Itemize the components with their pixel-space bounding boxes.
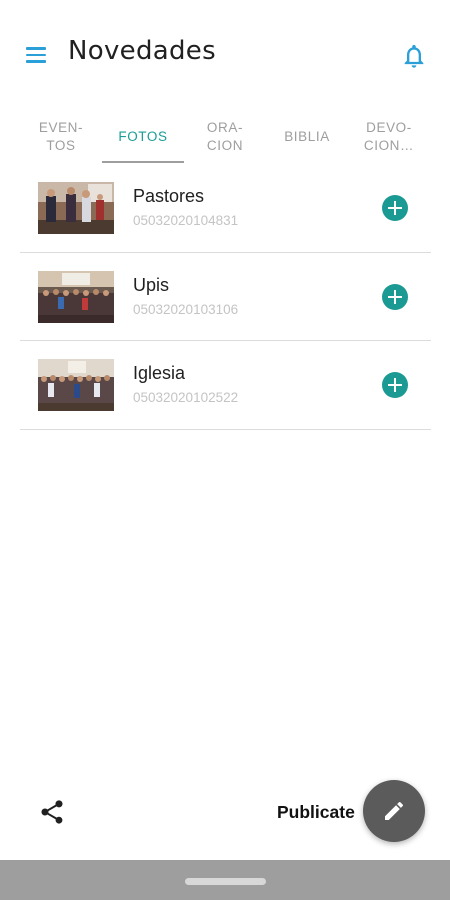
photo-id: 05032020104831	[133, 213, 239, 228]
photo-thumbnail	[38, 270, 114, 323]
app-bar: Novedades	[0, 0, 450, 110]
tab-label: BIBLIA	[284, 129, 330, 144]
photo-thumbnail	[38, 359, 114, 411]
photo-title: Iglesia	[133, 363, 186, 383]
list-item[interactable]: Iglesia 05032020102522	[20, 341, 431, 430]
menu-icon[interactable]	[24, 44, 50, 66]
plus-circle-icon[interactable]	[382, 195, 408, 221]
list-item[interactable]: Upis 05032020103106	[20, 253, 431, 341]
tab-label: CION	[206, 138, 244, 153]
tab-label: CION…	[363, 138, 415, 153]
tab-label: TOS	[46, 138, 76, 153]
tab-label: DEVO-	[366, 120, 412, 135]
bell-icon[interactable]	[400, 42, 428, 70]
photo-list: Pastores 05032020104831 Upis 05032020103…	[20, 164, 431, 430]
publicate-label[interactable]: Publicate	[277, 802, 355, 823]
home-gesture-handle[interactable]	[185, 878, 266, 885]
list-item[interactable]: Pastores 05032020104831	[20, 164, 431, 253]
tab-label: EVEN-	[38, 120, 84, 135]
page-title: Novedades	[68, 36, 216, 66]
tab-eventos[interactable]: EVEN- TOS	[20, 110, 102, 164]
tab-bar: EVEN- TOS FOTOS ORA- CION BIBLIA DEVO- CION…	[0, 110, 450, 164]
photo-title: Pastores	[133, 186, 205, 206]
tab-label: ORA-	[206, 120, 244, 135]
share-icon[interactable]	[38, 798, 66, 826]
tab-oracion[interactable]: ORA- CION	[184, 110, 266, 164]
plus-circle-icon[interactable]	[382, 372, 408, 398]
photo-title: Upis	[133, 274, 170, 295]
system-nav-bar	[0, 860, 450, 900]
tab-biblia[interactable]: BIBLIA	[266, 110, 348, 164]
plus-circle-icon[interactable]	[382, 283, 408, 310]
active-tab-indicator	[102, 161, 184, 163]
pencil-icon	[385, 801, 404, 820]
tab-devocion[interactable]: DEVO- CION…	[348, 110, 430, 164]
tab-fotos[interactable]: FOTOS	[102, 110, 184, 164]
photo-id: 05032020102522	[133, 390, 239, 405]
tab-label: FOTOS	[118, 129, 168, 144]
publicate-button[interactable]	[363, 780, 425, 842]
photo-id: 05032020103106	[133, 301, 239, 317]
photo-thumbnail	[38, 182, 114, 234]
